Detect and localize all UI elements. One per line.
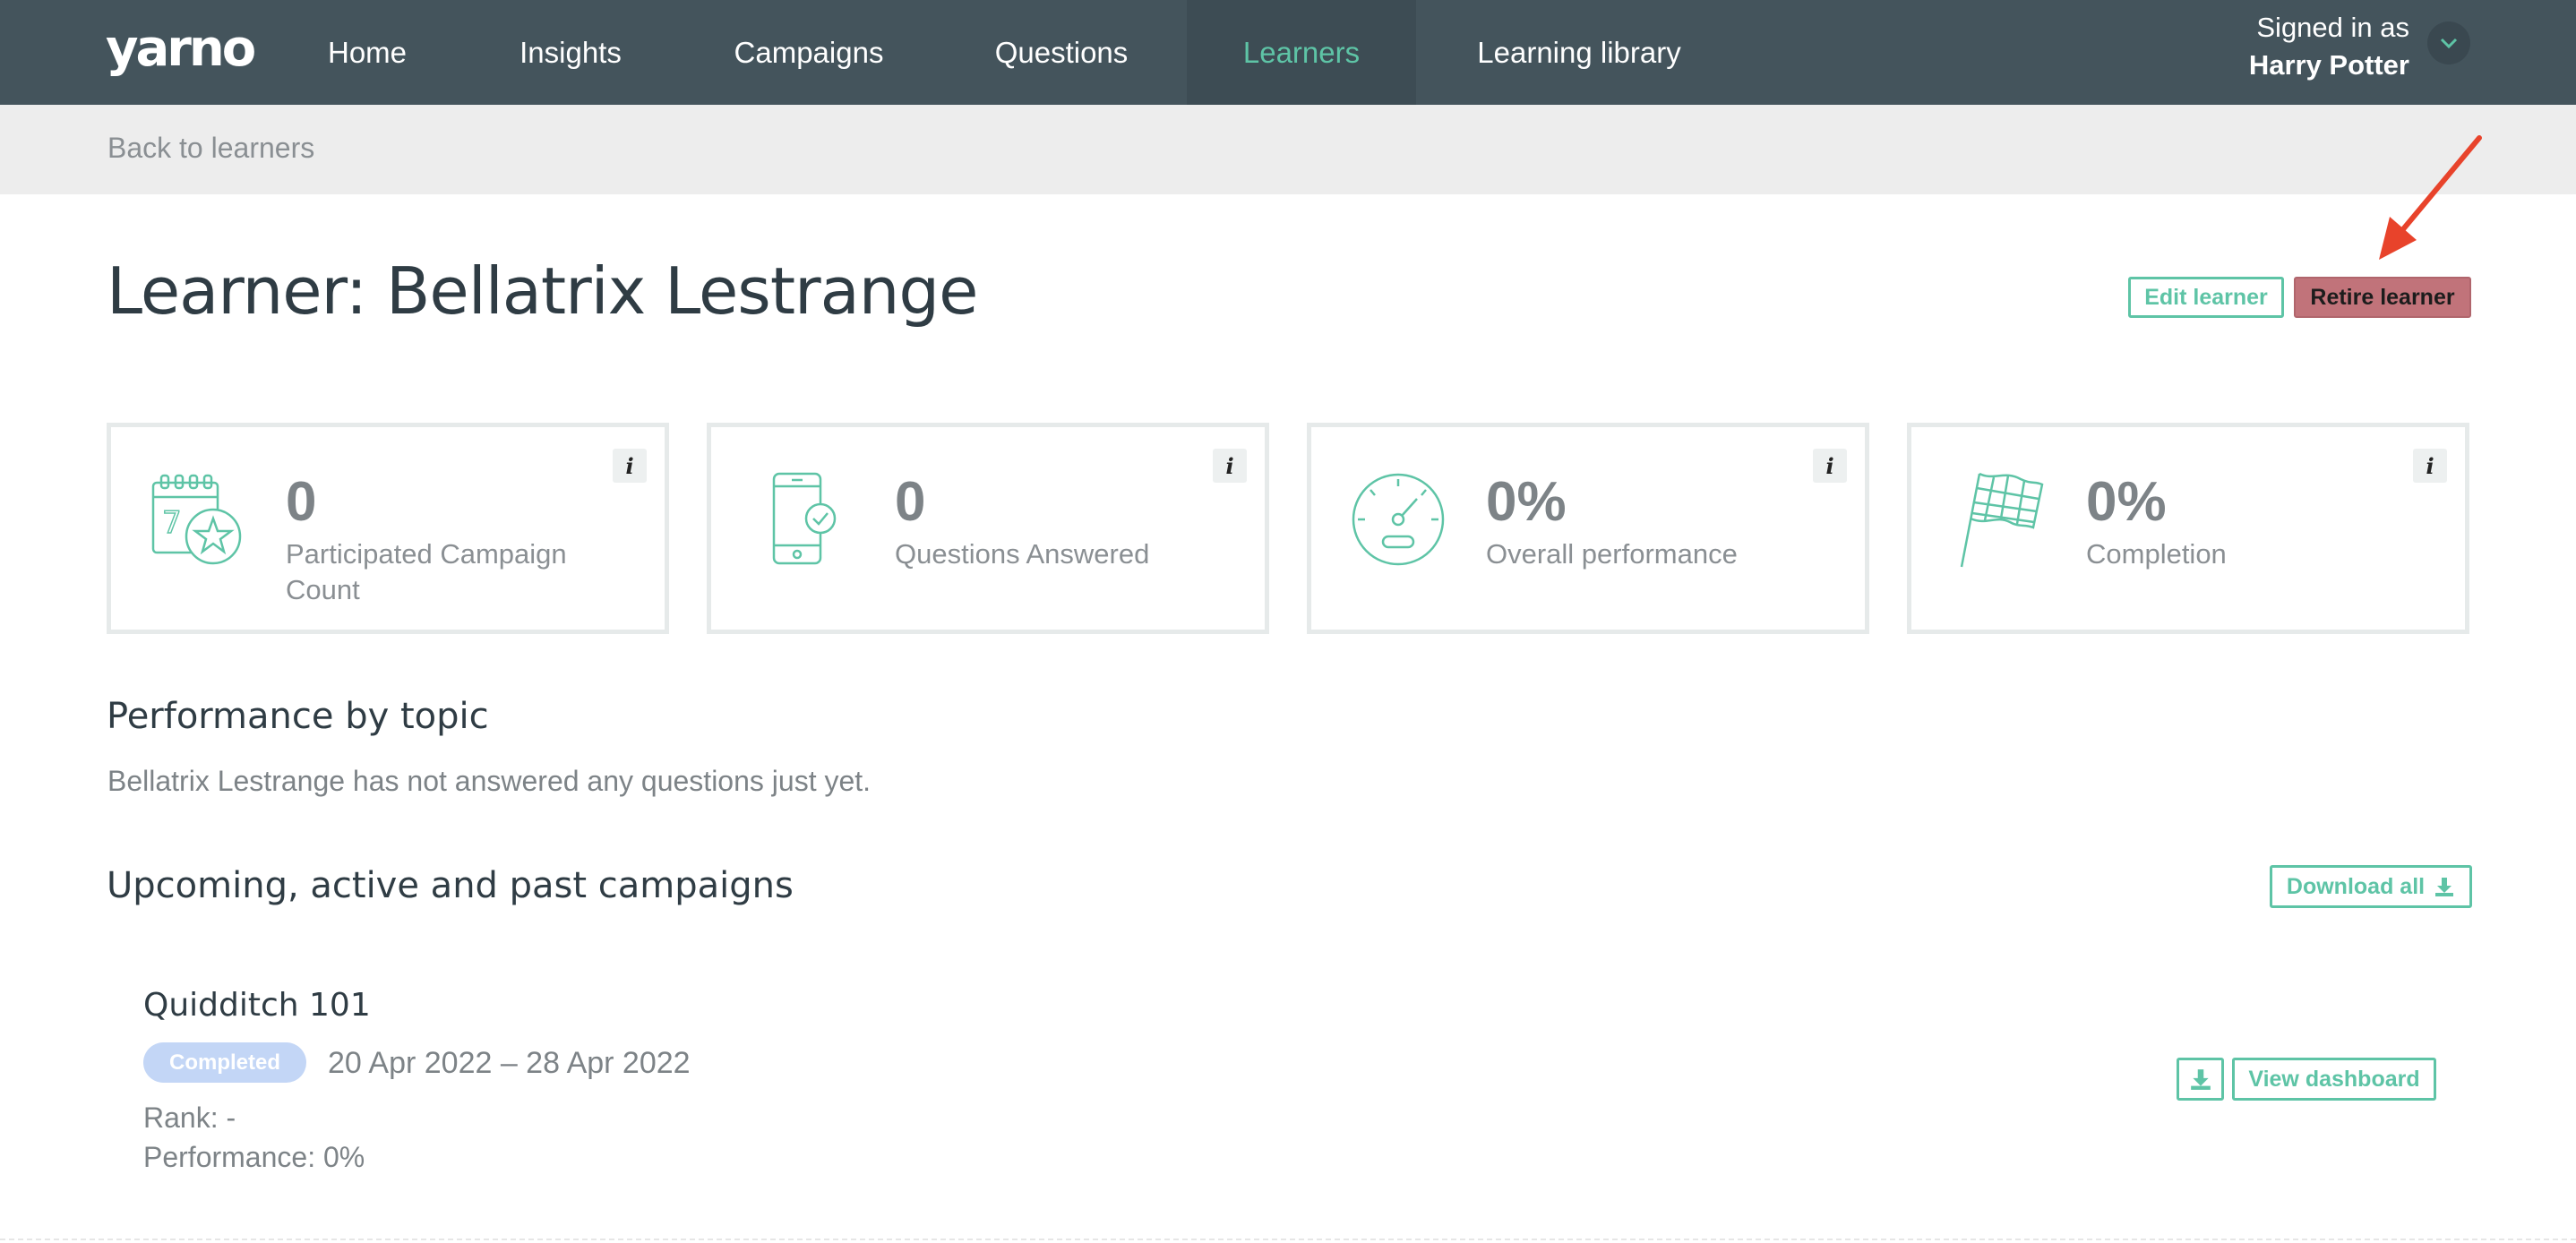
campaign-rank: Rank: -	[143, 1102, 236, 1134]
back-to-learners-link[interactable]: Back to learners	[107, 132, 314, 165]
phone-check-icon	[772, 472, 837, 565]
download-icon	[2190, 1069, 2211, 1090]
stat-value: 0	[895, 471, 926, 533]
sub-bar: Back to learners	[0, 105, 2576, 194]
info-icon[interactable]: i	[1213, 449, 1247, 483]
svg-text:7: 7	[162, 505, 182, 541]
campaign-performance: Performance: 0%	[143, 1141, 365, 1173]
user-menu-button[interactable]	[2427, 21, 2470, 64]
stat-label: Participated Campaign Count	[286, 538, 567, 605]
page-title: Learner: Bellatrix Lestrange	[107, 253, 978, 329]
nav-item-learning-library[interactable]: Learning library	[1442, 0, 1716, 105]
annotation-arrow-icon	[2379, 135, 2482, 260]
campaigns-section-title: Upcoming, active and past campaigns	[107, 865, 794, 906]
checkered-flag-icon	[1960, 472, 2044, 568]
speedometer-icon	[1352, 473, 1445, 566]
download-campaign-button[interactable]	[2177, 1058, 2224, 1101]
info-icon[interactable]: i	[613, 449, 647, 483]
download-all-button[interactable]: Download all	[2270, 865, 2472, 908]
stat-value: 0%	[2086, 471, 2167, 533]
signed-in-block: Signed in as Harry Potter	[2249, 9, 2409, 84]
chevron-down-icon	[2440, 38, 2458, 49]
campaign-dates: 20 Apr 2022 – 28 Apr 2022	[328, 1046, 691, 1080]
nav-item-campaigns[interactable]: Campaigns	[697, 0, 921, 105]
download-icon	[2435, 878, 2454, 896]
info-icon[interactable]: i	[2413, 449, 2447, 483]
stat-value: 0	[286, 471, 317, 533]
nav-item-insights[interactable]: Insights	[466, 0, 675, 105]
stat-card-questions-answered: 0 Questions Answered i	[707, 423, 1269, 634]
stat-value: 0%	[1486, 471, 1567, 533]
top-nav: yarno Home Insights Campaigns Questions …	[0, 0, 2576, 105]
stat-card-campaign-count: 7 0 Participated Campaign Count i	[107, 423, 669, 634]
campaign-name[interactable]: Quidditch 101	[143, 987, 371, 1024]
stat-label: Overall performance	[1486, 538, 1738, 570]
download-all-label: Download all	[2286, 873, 2426, 899]
nav-item-questions[interactable]: Questions	[949, 0, 1173, 105]
status-badge: Completed	[143, 1042, 306, 1083]
signed-in-label: Signed in as	[2256, 12, 2409, 43]
stat-label: Questions Answered	[895, 538, 1150, 570]
nav-item-home[interactable]: Home	[296, 0, 439, 105]
performance-section-title: Performance by topic	[107, 696, 489, 737]
retire-learner-button[interactable]: Retire learner	[2294, 277, 2471, 318]
info-icon[interactable]: i	[1813, 449, 1847, 483]
edit-learner-button[interactable]: Edit learner	[2128, 277, 2284, 318]
nav-item-learners[interactable]: Learners	[1187, 0, 1416, 105]
stat-card-completion: 0% Completion i	[1907, 423, 2469, 634]
user-name[interactable]: Harry Potter	[2249, 47, 2409, 84]
view-dashboard-button[interactable]: View dashboard	[2232, 1058, 2436, 1101]
yarno-logo[interactable]: yarno	[106, 13, 256, 84]
performance-empty-text: Bellatrix Lestrange has not answered any…	[107, 765, 872, 797]
calendar-star-icon: 7	[151, 474, 242, 565]
stat-card-overall-performance: 0% Overall performance i	[1307, 423, 1869, 634]
stat-label: Completion	[2086, 538, 2227, 570]
divider	[0, 1239, 2576, 1240]
